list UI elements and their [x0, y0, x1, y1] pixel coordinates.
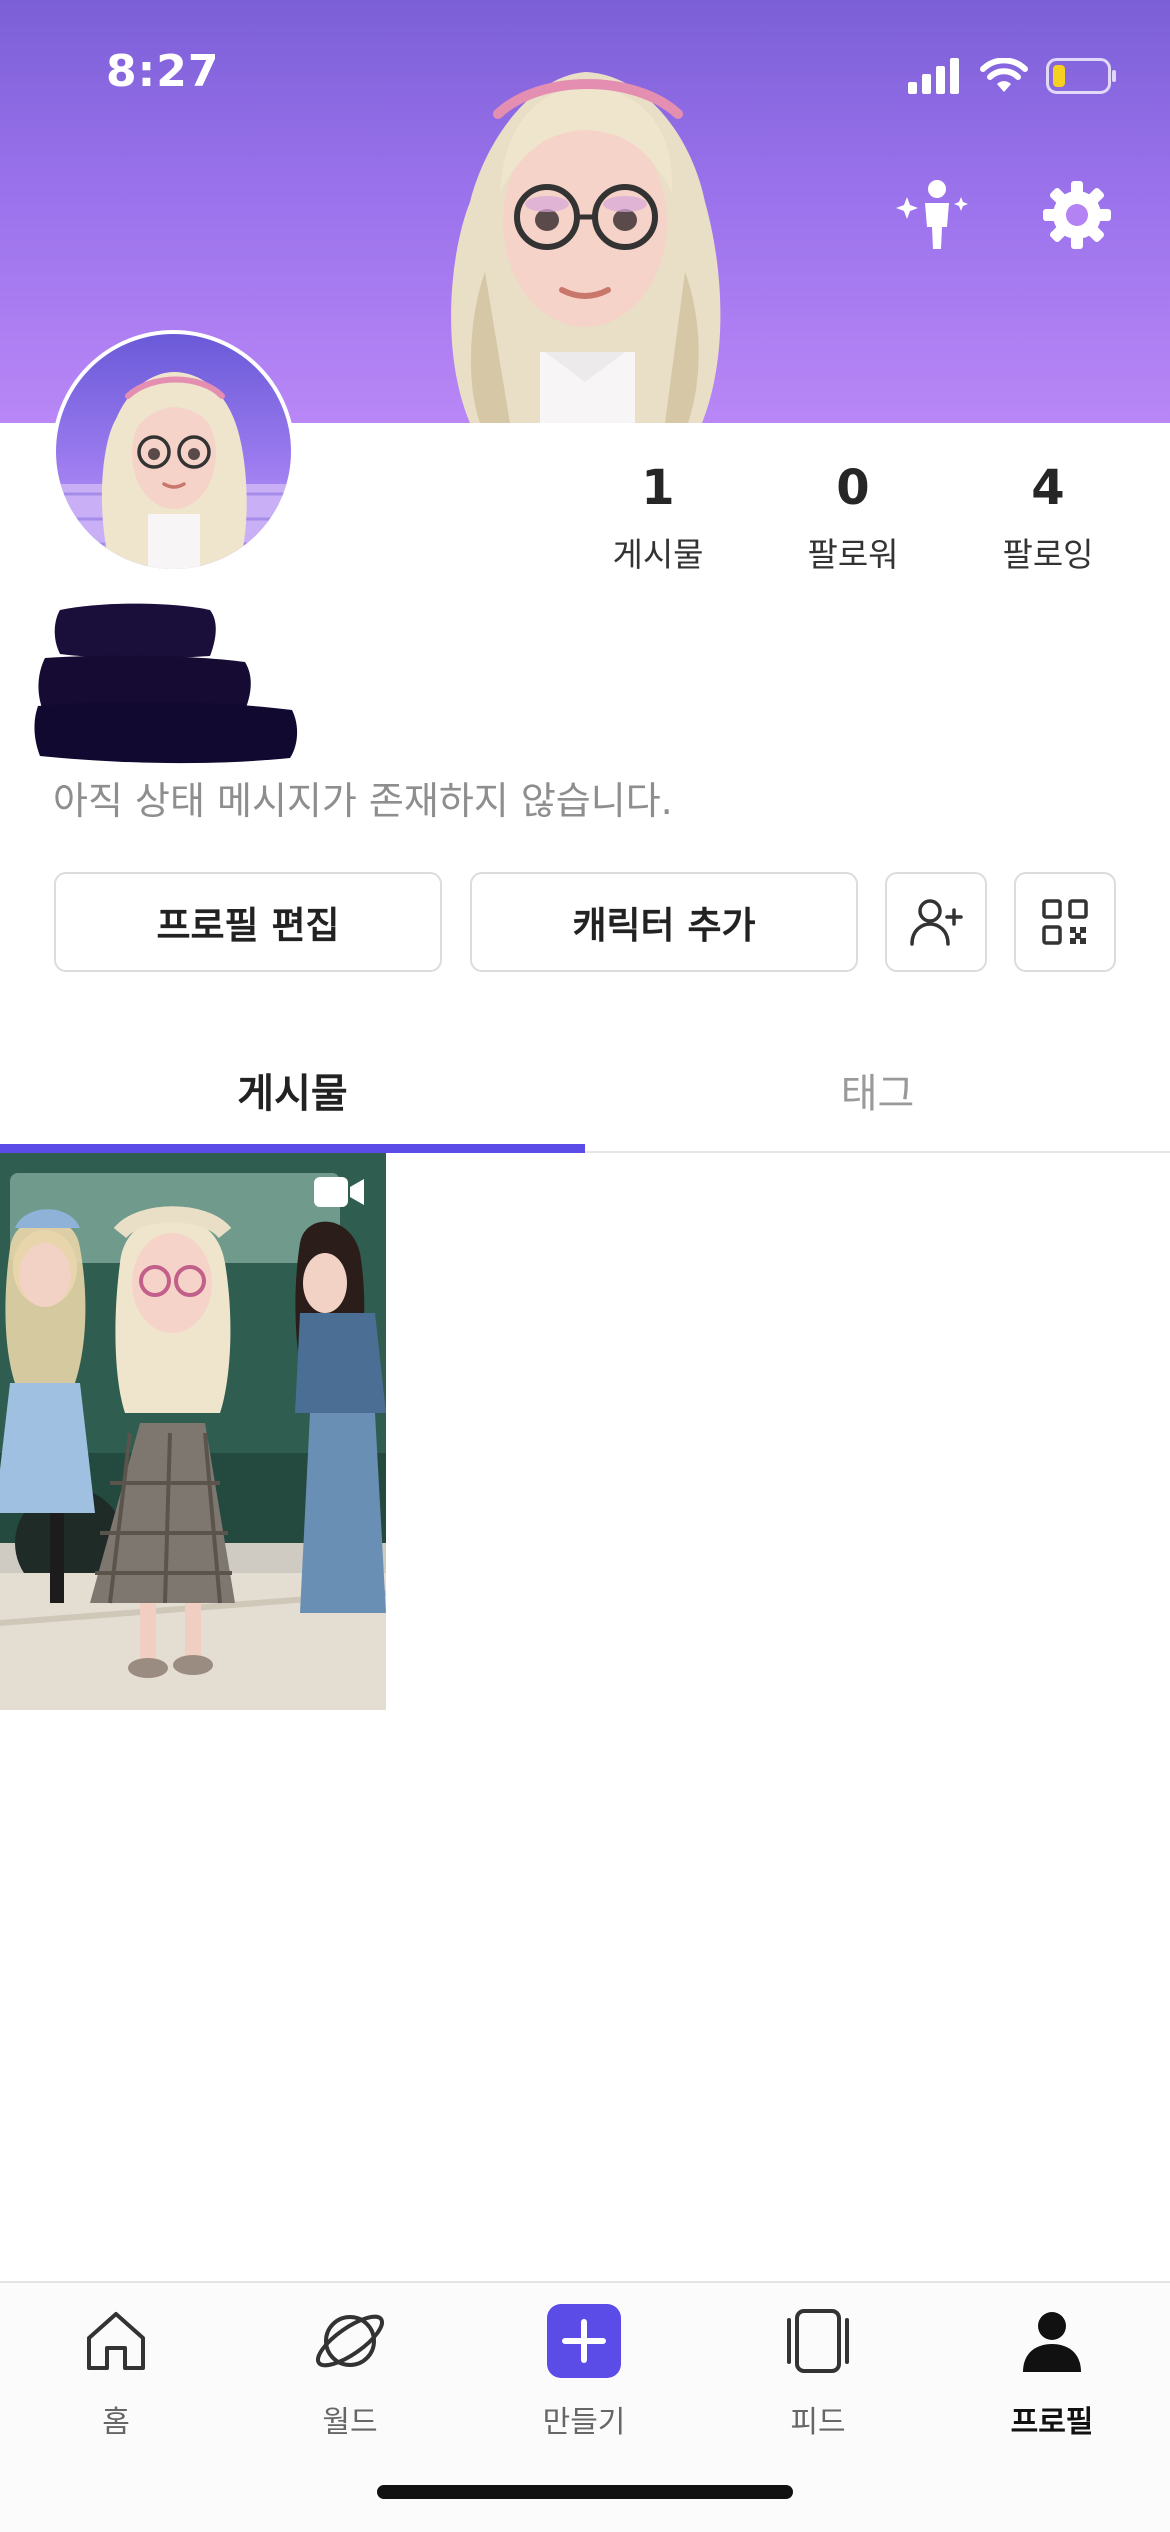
add-character-button[interactable]: 캐릭터 추가 [470, 872, 858, 972]
post-thumbnail[interactable] [0, 1153, 386, 1710]
stat-following-label: 팔로잉 [1002, 535, 1094, 574]
stat-posts-count: 1 [641, 460, 675, 516]
video-camera-icon [314, 1177, 364, 1207]
nav-home-label: 홈 [102, 2405, 130, 2440]
post-image [0, 1153, 386, 1710]
wifi-icon [980, 58, 1028, 92]
nav-create-label: 만들기 [542, 2405, 626, 2440]
edit-profile-button[interactable]: 프로필 편집 [54, 872, 442, 972]
nav-profile-label: 프로필 [1010, 2405, 1094, 2440]
stat-following-count: 4 [1031, 460, 1065, 516]
nav-world[interactable]: 월드 [260, 2301, 440, 2451]
nav-home[interactable]: 홈 [26, 2301, 206, 2451]
gear-icon [1043, 181, 1111, 249]
status-time: 8:27 [106, 46, 220, 97]
status-icons [908, 54, 1118, 98]
character-avatar-large [451, 72, 721, 423]
qr-code-icon [1042, 899, 1088, 945]
person-icon [1023, 2312, 1081, 2372]
character-style-button[interactable] [890, 170, 980, 260]
feed-icon [787, 2309, 849, 2373]
qr-code-button[interactable] [1014, 872, 1116, 972]
stat-followers-label: 팔로워 [807, 535, 899, 574]
home-icon [87, 2312, 145, 2370]
character-avatar-small [56, 372, 291, 569]
nav-create[interactable]: 만들기 [494, 2301, 674, 2451]
stat-followers-count: 0 [836, 460, 870, 516]
sparkle-person-icon [896, 180, 968, 249]
home-indicator [377, 2485, 793, 2499]
active-tab-indicator [0, 1144, 585, 1153]
battery-icon [1046, 58, 1116, 94]
redacted-username [34, 603, 298, 764]
stat-following[interactable]: 4 팔로잉 [958, 458, 1138, 576]
tab-tags[interactable]: 태그 [585, 1030, 1170, 1150]
stat-posts[interactable]: 1 게시물 [568, 458, 748, 576]
settings-button[interactable] [1032, 170, 1122, 260]
nav-feed[interactable]: 피드 [728, 2301, 908, 2451]
tab-posts[interactable]: 게시물 [0, 1030, 585, 1150]
status-message: 아직 상태 메시지가 존재하지 않습니다. [53, 779, 673, 823]
plus-icon [547, 2304, 621, 2378]
stat-posts-label: 게시물 [612, 535, 704, 574]
nav-feed-label: 피드 [790, 2405, 846, 2440]
signal-icon [908, 58, 959, 94]
planet-icon [315, 2314, 385, 2368]
profile-avatar[interactable] [52, 330, 295, 573]
add-person-icon [910, 899, 963, 946]
add-friend-button[interactable] [885, 872, 987, 972]
nav-world-label: 월드 [322, 2405, 378, 2440]
nav-profile[interactable]: 프로필 [962, 2301, 1142, 2451]
stat-followers[interactable]: 0 팔로워 [763, 458, 943, 576]
